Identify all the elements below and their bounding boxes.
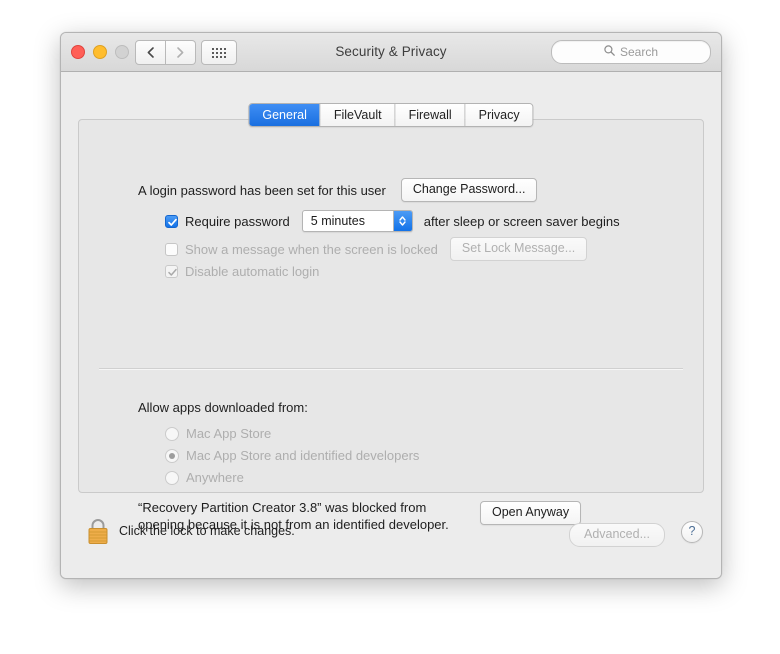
gatekeeper-option-identified-developers: Mac App Store and identified developers (165, 448, 419, 463)
require-password-suffix: after sleep or screen saver begins (423, 213, 620, 229)
help-button[interactable]: ? (681, 521, 703, 543)
radio-identified-developers (165, 448, 179, 463)
disable-auto-login-checkbox (165, 265, 178, 278)
require-password-interval-popup[interactable]: 5 minutes (301, 210, 413, 232)
login-password-text: A login password has been set for this u… (138, 182, 386, 198)
lock-hint-text: Click the lock to make changes. (119, 524, 295, 538)
login-password-row: A login password has been set for this u… (138, 178, 538, 202)
change-password-button[interactable]: Change Password... (400, 178, 538, 202)
stepper-chevrons-icon (392, 211, 412, 231)
security-privacy-window: Security & Privacy Search General FileVa… (60, 32, 722, 579)
gatekeeper-heading: Allow apps downloaded from: (138, 400, 308, 415)
lock-button[interactable] (84, 516, 112, 546)
window-body: General FileVault Firewall Privacy A log… (61, 72, 721, 578)
lock-closed-icon (84, 519, 112, 550)
section-divider (99, 368, 683, 370)
radio-anywhere (165, 470, 179, 485)
radio-mac-app-store (165, 426, 179, 441)
require-password-interval-value: 5 minutes (310, 214, 365, 228)
radio-mac-app-store-label: Mac App Store (186, 426, 272, 441)
search-field[interactable]: Search (551, 40, 711, 64)
show-lock-message-row: Show a message when the screen is locked… (165, 237, 588, 261)
disable-auto-login-label: Disable automatic login (185, 264, 320, 279)
radio-anywhere-label: Anywhere (186, 470, 244, 485)
show-lock-message-checkbox (165, 242, 178, 256)
tab-firewall[interactable]: Firewall (394, 104, 465, 126)
gatekeeper-heading-row: Allow apps downloaded from: (138, 400, 308, 415)
advanced-button: Advanced... (568, 523, 665, 547)
gatekeeper-option-anywhere: Anywhere (165, 470, 244, 485)
require-password-row: Require password 5 minutes after sleep o… (165, 210, 620, 232)
tab-general[interactable]: General (249, 104, 320, 126)
tab-privacy[interactable]: Privacy (464, 104, 533, 126)
gatekeeper-option-mac-app-store: Mac App Store (165, 426, 271, 441)
require-password-checkbox[interactable] (165, 214, 178, 228)
title-bar: Security & Privacy Search (61, 33, 721, 72)
set-lock-message-button: Set Lock Message... (449, 237, 588, 261)
search-placeholder: Search (619, 45, 659, 59)
disable-auto-login-row: Disable automatic login (165, 264, 319, 279)
require-password-label: Require password (185, 213, 290, 229)
tab-filevault[interactable]: FileVault (319, 104, 395, 126)
open-anyway-button[interactable]: Open Anyway (480, 501, 582, 525)
search-icon (604, 43, 615, 61)
show-lock-message-label: Show a message when the screen is locked (185, 241, 438, 257)
tab-bar: General FileVault Firewall Privacy (248, 103, 534, 127)
radio-identified-developers-label: Mac App Store and identified developers (186, 448, 420, 463)
general-pane: A login password has been set for this u… (78, 119, 704, 532)
